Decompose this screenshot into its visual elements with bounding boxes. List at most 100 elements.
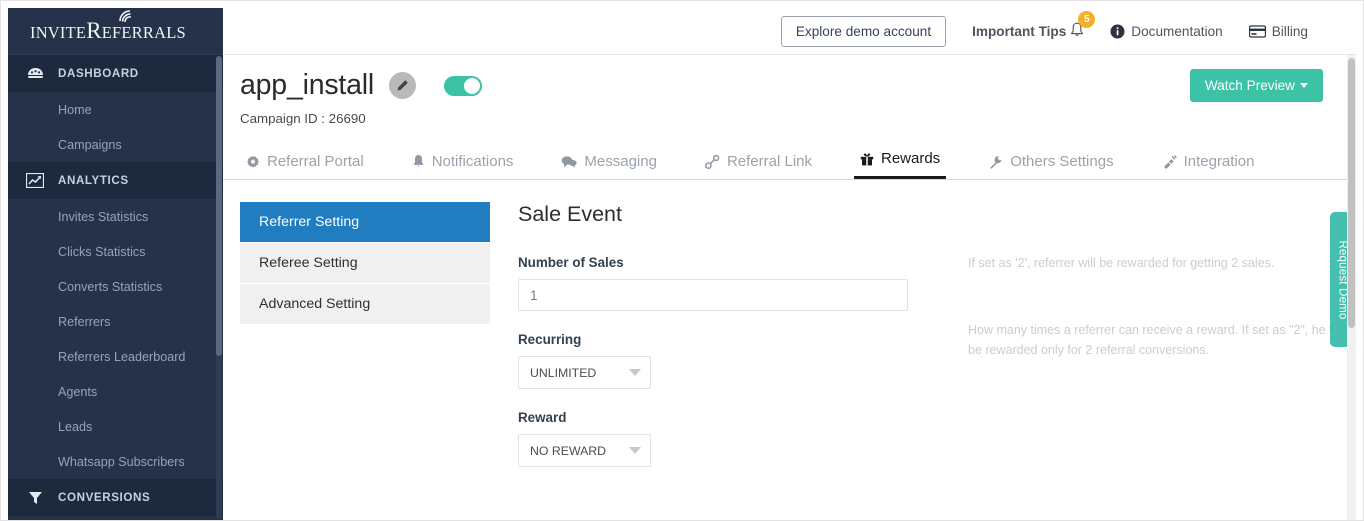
rewards-content: Referrer Setting Referee Setting Advance… bbox=[223, 180, 1356, 467]
billing-label: Billing bbox=[1271, 23, 1308, 39]
settings-nav-referrer-setting[interactable]: Referrer Setting bbox=[240, 202, 490, 243]
tab-label: Notifications bbox=[431, 153, 514, 170]
tab-messaging[interactable]: Messaging bbox=[555, 153, 663, 179]
number-of-sales-label: Number of Sales bbox=[518, 255, 624, 270]
campaign-header: app_install Campaign ID : 26690 Watch Pr… bbox=[223, 55, 1356, 126]
recurring-label: Recurring bbox=[518, 332, 582, 347]
number-of-sales-input[interactable] bbox=[518, 279, 908, 311]
tips-count-badge: 5 bbox=[1078, 10, 1096, 28]
sidebar-item-label: Referrers Leaderboard bbox=[58, 349, 186, 364]
sidebar-section-conversions[interactable]: CONVERSIONS bbox=[8, 479, 223, 516]
sidebar-item-referrers-leaderboard[interactable]: Referrers Leaderboard bbox=[8, 339, 223, 374]
sidebar-item-home[interactable]: Home bbox=[8, 92, 223, 127]
logo-invite: INVITE bbox=[30, 23, 87, 42]
tab-referral-link[interactable]: Referral Link bbox=[699, 153, 818, 179]
sidebar-item-converts-statistics[interactable]: Converts Statistics bbox=[8, 269, 223, 304]
tab-label: Referral Portal bbox=[267, 153, 364, 170]
sidebar-section-label: CONVERSIONS bbox=[58, 491, 151, 504]
edit-campaign-button[interactable] bbox=[389, 72, 417, 99]
sidebar-item-referrers[interactable]: Referrers bbox=[8, 304, 223, 339]
explore-demo-account-button[interactable]: Explore demo account bbox=[780, 15, 947, 47]
watch-preview-label: Watch Preview bbox=[1204, 78, 1295, 93]
gift-icon bbox=[860, 152, 874, 166]
sidebar-section-label: ANALYTICS bbox=[58, 174, 129, 187]
sidebar-item-label: Referrers bbox=[58, 314, 111, 329]
form-column: Sale Event Number of Sales Recurring UNL… bbox=[518, 202, 938, 467]
gear-icon bbox=[246, 155, 260, 169]
info-icon bbox=[1110, 24, 1125, 39]
billing-link[interactable]: Billing bbox=[1248, 23, 1308, 39]
main-scrollbar-thumb[interactable] bbox=[1348, 58, 1355, 328]
main-content: app_install Campaign ID : 26690 Watch Pr… bbox=[223, 55, 1356, 521]
number-of-sales-help: If set as '2', referrer will be rewarded… bbox=[968, 256, 1275, 270]
link-icon bbox=[705, 154, 720, 169]
sidebar-item-label: Clicks Statistics bbox=[58, 244, 146, 259]
reward-value: NO REWARD bbox=[530, 443, 607, 458]
chat-bubbles-icon bbox=[561, 155, 578, 169]
section-title: Sale Event bbox=[518, 202, 622, 226]
tab-referral-portal[interactable]: Referral Portal bbox=[240, 153, 370, 179]
dashboard-gauge-icon bbox=[22, 65, 48, 83]
top-bar: Explore demo account Important Tips 5 Do… bbox=[223, 8, 1356, 55]
important-tips-label: Important Tips bbox=[972, 23, 1067, 39]
important-tips-link[interactable]: Important Tips 5 bbox=[972, 10, 1096, 41]
plug-icon bbox=[1162, 154, 1177, 169]
tab-rewards[interactable]: Rewards bbox=[854, 150, 947, 179]
sidebar-section-label: DASHBOARD bbox=[58, 67, 139, 80]
tab-others-settings[interactable]: Others Settings bbox=[982, 153, 1119, 179]
analytics-chart-icon bbox=[22, 172, 48, 190]
watch-preview-button[interactable]: Watch Preview bbox=[1189, 69, 1323, 102]
settings-nav-referee-setting[interactable]: Referee Setting bbox=[240, 243, 490, 284]
credit-card-icon bbox=[1248, 24, 1266, 38]
sidebar-item-label: Invites Statistics bbox=[58, 209, 149, 224]
chevron-down-icon bbox=[629, 447, 641, 454]
campaign-tabs: Referral Portal Notifications Messaging … bbox=[223, 142, 1356, 180]
settings-nav-label: Referee Setting bbox=[259, 255, 358, 271]
sidebar-item-label: Leads bbox=[58, 419, 93, 434]
wifi-signal-icon bbox=[119, 10, 132, 23]
logo-eferrals: EFERRALS bbox=[101, 23, 186, 42]
bell-icon bbox=[412, 154, 425, 169]
tab-integration[interactable]: Integration bbox=[1156, 153, 1261, 179]
tab-label: Referral Link bbox=[726, 153, 812, 170]
tab-label: Integration bbox=[1183, 153, 1255, 170]
sidebar-item-leads[interactable]: Leads bbox=[8, 409, 223, 444]
documentation-link[interactable]: Documentation bbox=[1110, 23, 1223, 39]
documentation-label: Documentation bbox=[1131, 23, 1223, 39]
campaign-id: Campaign ID : 26690 bbox=[240, 111, 366, 126]
tab-label: Rewards bbox=[881, 150, 941, 167]
toggle-knob bbox=[464, 77, 481, 94]
campaign-title-row: app_install bbox=[240, 69, 1356, 102]
logo-r: R bbox=[86, 18, 102, 43]
sidebar-item-campaigns[interactable]: Campaigns bbox=[8, 127, 223, 162]
sidebar-item-clicks-statistics[interactable]: Clicks Statistics bbox=[8, 234, 223, 269]
sidebar-item-label: Whatsapp Subscribers bbox=[58, 454, 185, 469]
reward-label: Reward bbox=[518, 410, 567, 425]
sidebar-item-invites-statistics[interactable]: Invites Statistics bbox=[8, 199, 223, 234]
chevron-down-icon bbox=[1300, 83, 1308, 88]
app-window: INVITEREFERRALS DASHBOARD Home Campaigns… bbox=[0, 0, 1364, 521]
tab-label: Others Settings bbox=[1010, 153, 1114, 170]
chevron-down-icon bbox=[629, 369, 641, 376]
recurring-select[interactable]: UNLIMITED bbox=[518, 356, 651, 389]
sidebar-scrollbar-thumb[interactable] bbox=[216, 56, 222, 356]
sidebar-item-label: Home bbox=[58, 102, 92, 117]
funnel-filter-icon bbox=[22, 489, 48, 507]
recurring-value: UNLIMITED bbox=[530, 365, 597, 380]
sidebar-item-label: Converts Statistics bbox=[58, 279, 163, 294]
campaign-status-toggle[interactable] bbox=[444, 75, 483, 96]
sidebar-item-label: Campaigns bbox=[58, 137, 122, 152]
brand-logo[interactable]: INVITEREFERRALS bbox=[8, 8, 223, 55]
settings-nav: Referrer Setting Referee Setting Advance… bbox=[240, 202, 490, 467]
tab-notifications[interactable]: Notifications bbox=[406, 153, 520, 179]
sidebar-item-whatsapp-subscribers[interactable]: Whatsapp Subscribers bbox=[8, 444, 223, 479]
sidebar-section-analytics[interactable]: ANALYTICS bbox=[8, 162, 223, 199]
tab-label: Messaging bbox=[584, 153, 657, 170]
settings-nav-advanced-setting[interactable]: Advanced Setting bbox=[240, 284, 490, 325]
wrench-icon bbox=[988, 155, 1003, 169]
form-area: Sale Event Number of Sales Recurring UNL… bbox=[490, 202, 1356, 467]
reward-select[interactable]: NO REWARD bbox=[518, 434, 651, 467]
sidebar-section-dashboard[interactable]: DASHBOARD bbox=[8, 55, 223, 92]
sidebar-item-agents[interactable]: Agents bbox=[8, 374, 223, 409]
page-title: app_install bbox=[240, 69, 375, 101]
